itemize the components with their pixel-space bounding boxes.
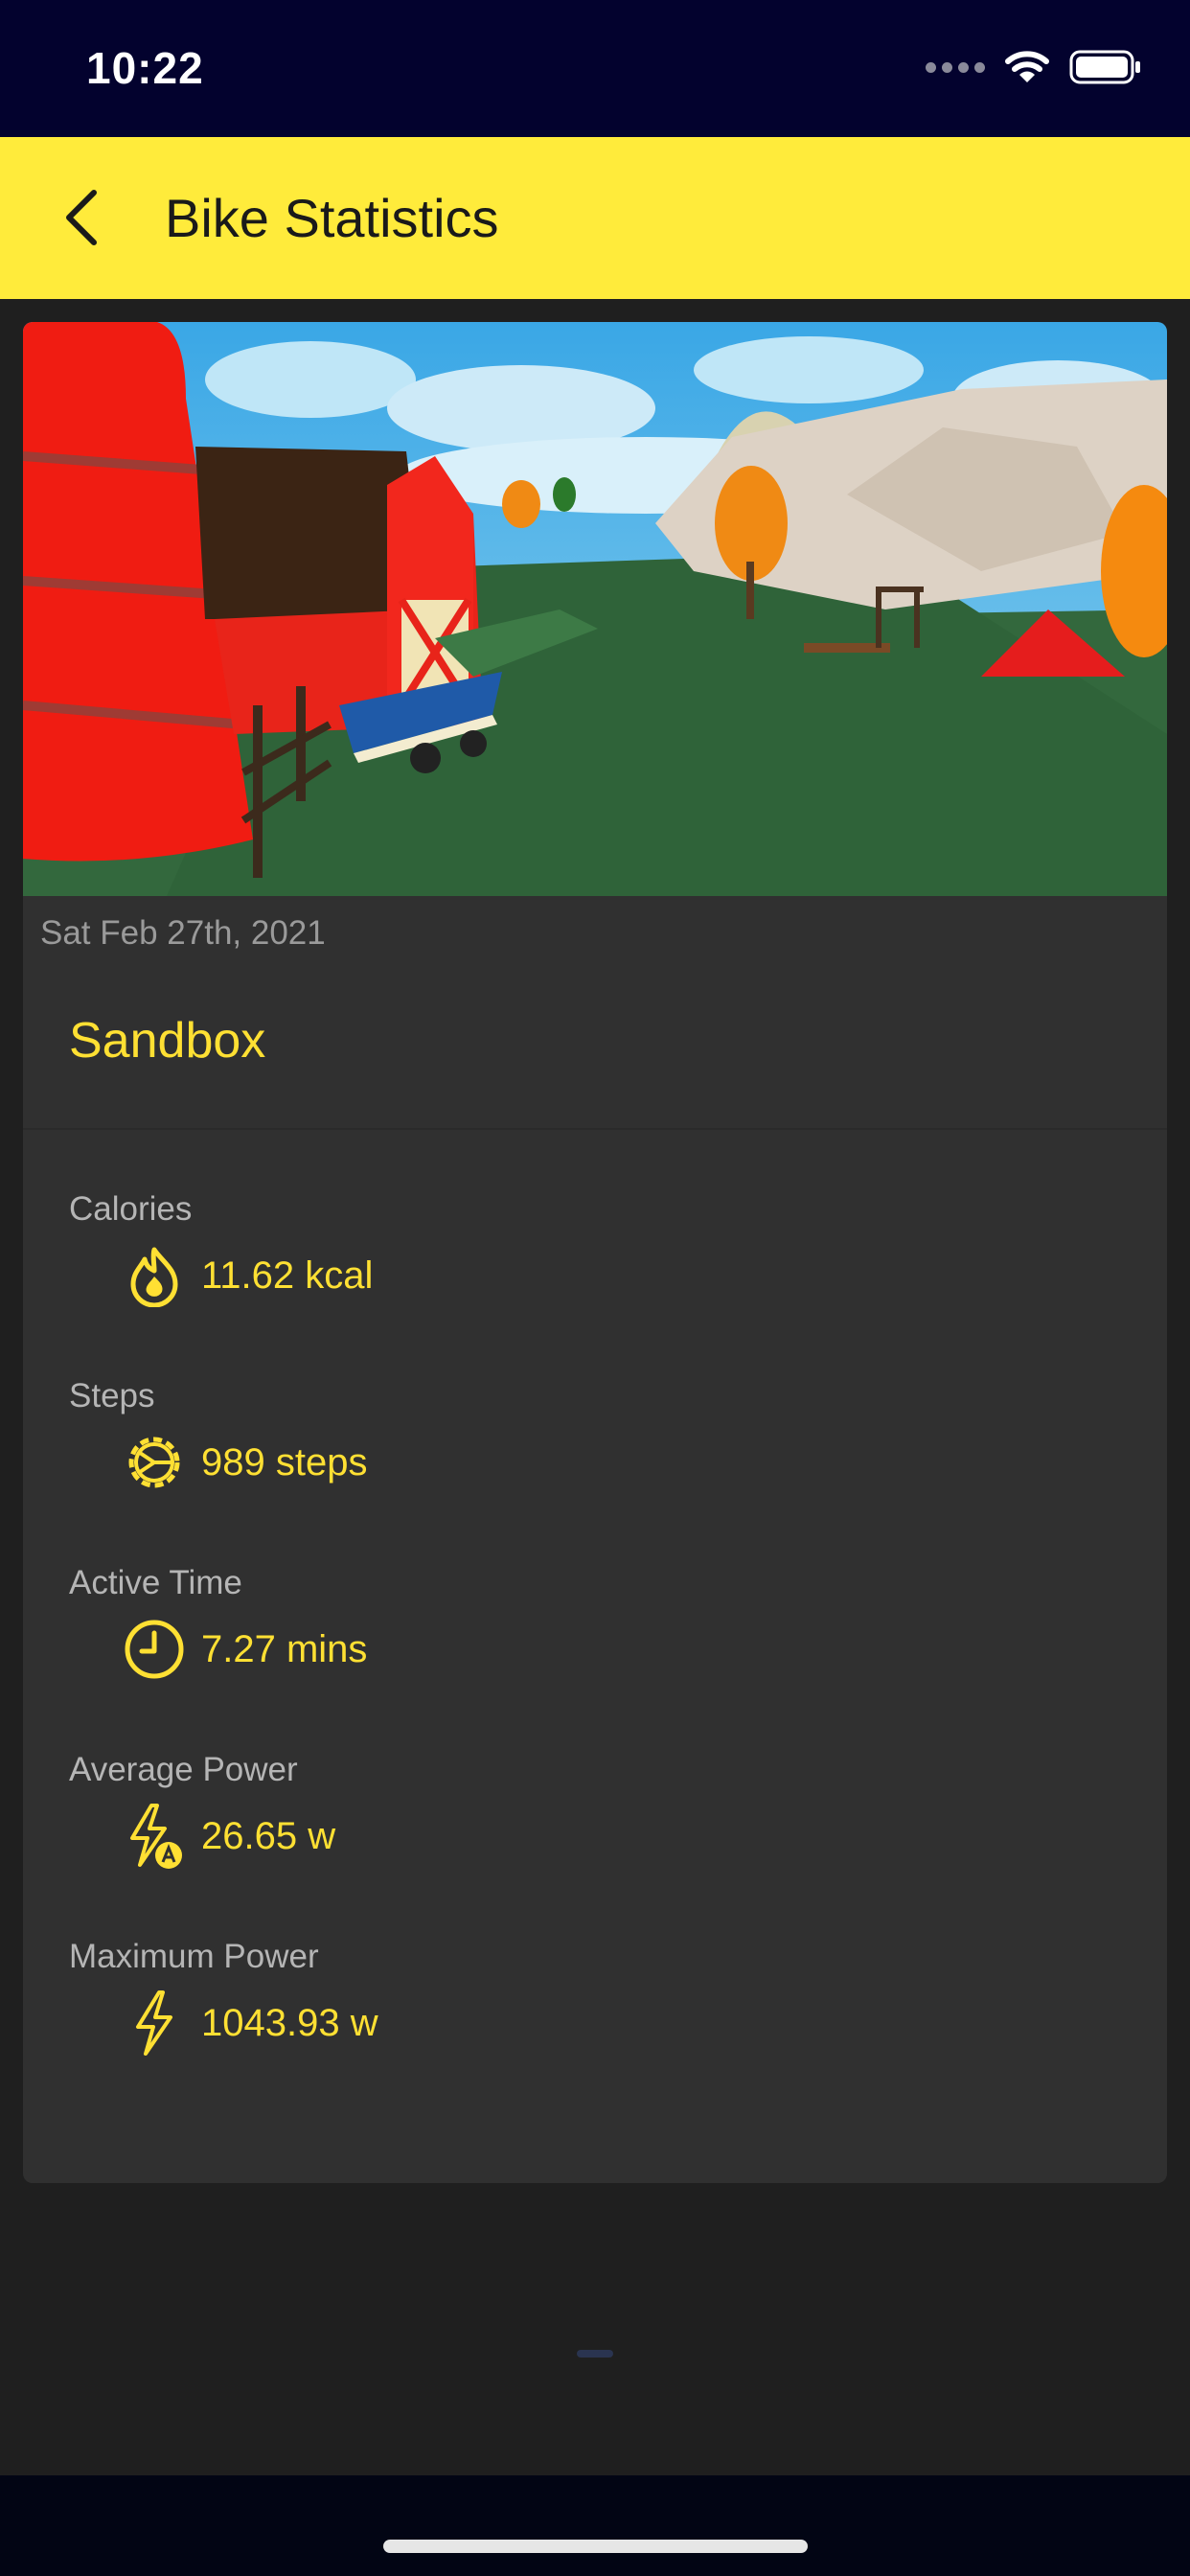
cellular-signal-icon bbox=[926, 61, 985, 73]
session-card: Sat Feb 27th, 2021 Sandbox Calories 11.6… bbox=[23, 322, 1167, 2183]
decorative-mark bbox=[577, 2350, 613, 2358]
stat-label: Active Time bbox=[69, 1564, 242, 1601]
stat-maximum-power: Maximum Power 1043.93 w bbox=[69, 1936, 378, 2056]
stat-value: 26.65 w bbox=[201, 1814, 336, 1857]
session-date: Sat Feb 27th, 2021 bbox=[40, 914, 326, 952]
flame-icon bbox=[123, 1244, 186, 1307]
status-icons bbox=[926, 50, 1142, 84]
stat-value: 1043.93 w bbox=[201, 2001, 378, 2044]
chevron-left-icon bbox=[66, 190, 97, 245]
session-thumbnail-image bbox=[23, 322, 1167, 896]
page-title: Bike Statistics bbox=[165, 188, 499, 248]
stat-value: 11.62 kcal bbox=[201, 1254, 374, 1297]
battery-icon bbox=[1069, 50, 1140, 84]
stat-value: 989 steps bbox=[201, 1440, 368, 1484]
stat-label: Steps bbox=[69, 1377, 155, 1414]
bottom-bar bbox=[0, 2475, 1190, 2576]
stat-label: Calories bbox=[69, 1190, 193, 1228]
stat-calories: Calories 11.62 kcal bbox=[69, 1188, 373, 1307]
stat-average-power: Average Power 26.65 w bbox=[69, 1749, 336, 1869]
clock-icon bbox=[123, 1618, 186, 1681]
status-bar: 10:22 bbox=[0, 0, 1190, 137]
home-indicator[interactable] bbox=[383, 2540, 808, 2553]
session-title: Sandbox bbox=[69, 1013, 266, 1069]
wifi-icon bbox=[1005, 51, 1049, 82]
stat-label: Maximum Power bbox=[69, 1938, 319, 1975]
divider bbox=[23, 1128, 1167, 1130]
status-time: 10:22 bbox=[86, 43, 204, 93]
stat-value: 7.27 mins bbox=[201, 1627, 368, 1670]
stat-label: Average Power bbox=[69, 1751, 298, 1788]
app-bar: Bike Statistics bbox=[0, 137, 1190, 299]
bolt-average-icon bbox=[123, 1804, 186, 1869]
stat-steps: Steps 989 steps bbox=[69, 1375, 367, 1494]
bolt-icon bbox=[123, 1990, 186, 2056]
stat-active-time: Active Time 7.27 mins bbox=[69, 1562, 367, 1681]
gear-icon bbox=[123, 1431, 186, 1494]
back-button[interactable] bbox=[56, 179, 113, 256]
